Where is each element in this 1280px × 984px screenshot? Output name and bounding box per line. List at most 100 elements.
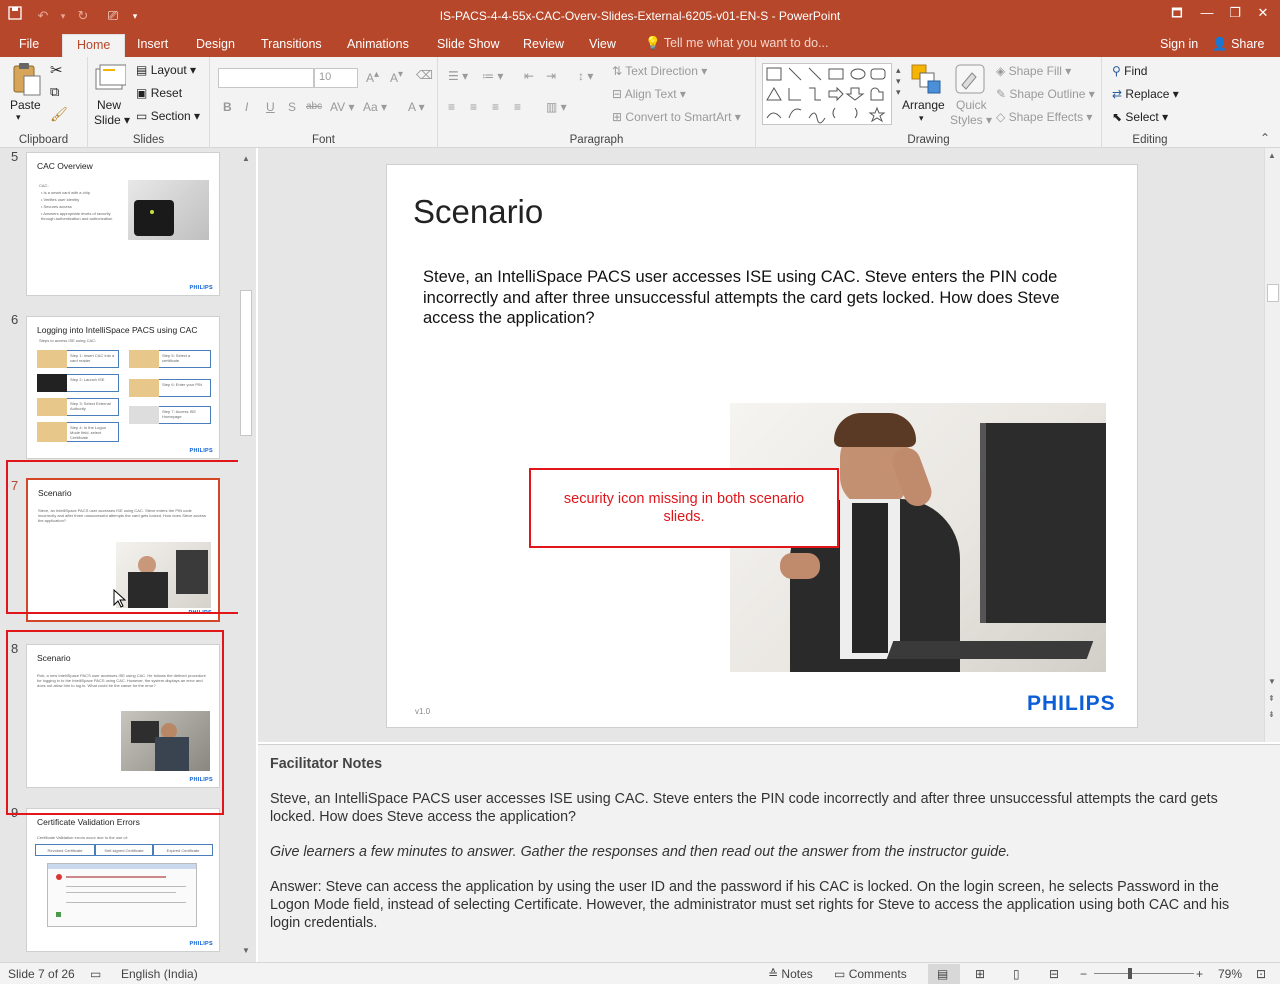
reading-view-icon[interactable]: ▯ <box>1013 967 1020 981</box>
shape-fill-button[interactable]: ◈ Shape Fill ▾ <box>996 64 1071 78</box>
font-size-box[interactable]: 10 <box>314 68 358 88</box>
slide-show-icon[interactable]: ⊟ <box>1049 967 1059 981</box>
section-button[interactable]: ▭ Section ▾ <box>136 109 200 123</box>
text-direction-button[interactable]: ⇅ Text Direction ▾ <box>612 64 707 78</box>
tab-home[interactable]: Home <box>62 34 126 57</box>
new-slide-button-line1[interactable]: New <box>97 98 121 112</box>
tab-view[interactable]: View <box>589 36 616 57</box>
quick-styles-line1[interactable]: Quick <box>956 98 987 112</box>
shape-effects-button[interactable]: ◇ Shape Effects ▾ <box>996 110 1092 124</box>
columns-icon[interactable]: ▥ ▾ <box>546 100 567 114</box>
restore-button[interactable]: ❐ <box>1222 2 1248 24</box>
align-right-icon[interactable]: ≡ <box>492 100 499 114</box>
collapse-ribbon-icon[interactable]: ⌃ <box>1260 131 1270 145</box>
paste-icon[interactable] <box>10 62 42 96</box>
decrease-font-icon[interactable]: A▾ <box>390 69 403 85</box>
replace-button[interactable]: ⇄ Replace ▾ <box>1112 87 1179 101</box>
slide-sorter-icon[interactable]: ⊞ <box>975 967 985 981</box>
strikethrough-icon[interactable]: abc <box>306 101 322 112</box>
editor-scrollbar-thumb[interactable] <box>1267 284 1279 302</box>
font-name-box[interactable] <box>218 68 314 88</box>
tab-transitions[interactable]: Transitions <box>261 36 322 57</box>
shapes-gallery-scroll-icon[interactable]: ▴ ▾ ▾ <box>896 65 901 98</box>
increase-font-icon[interactable]: A▴ <box>366 69 379 85</box>
tab-slideshow[interactable]: Slide Show <box>437 36 500 57</box>
slide-thumbnail-6[interactable]: Logging into IntelliSpace PACS using CAC… <box>26 316 220 459</box>
shapes-gallery[interactable] <box>762 63 892 125</box>
thumbnail-scrollbar[interactable]: ▲ ▼ <box>238 152 254 960</box>
align-left-icon[interactable]: ≡ <box>448 100 455 114</box>
slide-title[interactable]: Scenario <box>413 193 543 231</box>
arrange-dropdown-icon[interactable]: ▾ <box>919 113 924 124</box>
format-painter-icon[interactable]: 🖌 <box>50 106 68 123</box>
slide-thumbnail-9[interactable]: Certificate Validation Errors Certificat… <box>26 808 220 952</box>
shadow-icon[interactable]: S <box>288 100 296 114</box>
notes-pane[interactable]: Facilitator Notes Steve, an IntelliSpace… <box>258 744 1280 962</box>
decrease-indent-icon[interactable]: ⇤ <box>524 69 534 83</box>
align-center-icon[interactable]: ≡ <box>470 100 477 114</box>
underline-icon[interactable]: U <box>266 100 275 114</box>
clear-formatting-icon[interactable]: ⌫ <box>416 68 433 82</box>
slide-thumbnail-5[interactable]: CAC Overview CAC: • Is a smart card with… <box>26 152 220 296</box>
tab-review[interactable]: Review <box>523 36 564 57</box>
zoom-out-button[interactable]: − <box>1080 967 1087 981</box>
tab-animations[interactable]: Animations <box>347 36 409 57</box>
current-slide[interactable]: Scenario Steve, an IntelliSpace PACS use… <box>386 164 1138 728</box>
layout-button[interactable]: ▤ Layout ▾ <box>136 63 196 77</box>
scroll-down-icon[interactable]: ▼ <box>242 946 250 955</box>
find-button[interactable]: ⚲ Find <box>1112 64 1147 78</box>
zoom-level[interactable]: 79% <box>1218 967 1242 981</box>
tell-me-box[interactable]: 💡 Tell me what you want to do... <box>645 36 829 51</box>
next-slide-icon[interactable]: ⇟ <box>1268 710 1275 719</box>
fit-slide-icon[interactable]: ⊡ <box>1256 967 1266 981</box>
bullets-icon[interactable]: ☰ ▾ <box>448 69 468 83</box>
language-indicator[interactable]: English (India) <box>121 967 198 981</box>
quick-styles-icon[interactable] <box>954 63 986 95</box>
new-slide-button-line2[interactable]: Slide ▾ <box>94 113 130 127</box>
scroll-down-icon[interactable]: ▼ <box>1268 677 1276 686</box>
zoom-slider[interactable] <box>1094 968 1194 979</box>
ribbon-display-options-icon[interactable]: 🗖 <box>1164 2 1190 24</box>
zoom-in-button[interactable]: + <box>1196 967 1203 981</box>
shape-outline-button[interactable]: ✎ Shape Outline ▾ <box>996 87 1095 101</box>
editor-scrollbar[interactable]: ▲ ▼ ⇞ ⇟ <box>1264 148 1280 742</box>
change-case-icon[interactable]: Aa ▾ <box>363 100 387 114</box>
align-text-button[interactable]: ⊟ Align Text ▾ <box>612 87 686 101</box>
tab-file[interactable]: File <box>19 36 39 57</box>
line-spacing-icon[interactable]: ↕ ▾ <box>578 69 593 83</box>
notes-toggle[interactable]: ≙ Notes <box>768 967 813 981</box>
minimize-button[interactable]: — <box>1194 2 1220 24</box>
font-color-icon[interactable]: A ▾ <box>408 100 425 114</box>
numbering-icon[interactable]: ≔ ▾ <box>482 69 503 83</box>
share-button[interactable]: 👤 Share <box>1212 36 1264 57</box>
reset-button[interactable]: ▣ Reset <box>136 86 182 100</box>
scroll-up-icon[interactable]: ▲ <box>242 154 250 163</box>
new-slide-icon[interactable] <box>94 61 127 93</box>
italic-icon[interactable]: I <box>245 100 248 114</box>
tab-insert[interactable]: Insert <box>137 36 168 57</box>
paste-button[interactable]: Paste <box>10 98 41 112</box>
convert-smartart-button[interactable]: ⊞ Convert to SmartArt ▾ <box>612 110 741 124</box>
close-button[interactable]: ✕ <box>1250 2 1276 24</box>
quick-styles-line2[interactable]: Styles ▾ <box>950 113 992 127</box>
annotation-callout[interactable]: security icon missing in both scenario s… <box>529 468 839 548</box>
bold-icon[interactable]: B <box>223 100 232 114</box>
arrange-icon[interactable] <box>910 63 942 95</box>
zoom-slider-handle[interactable] <box>1128 968 1132 979</box>
justify-icon[interactable]: ≡ <box>514 100 521 114</box>
comments-toggle[interactable]: ▭ Comments <box>834 967 907 981</box>
arrange-button[interactable]: Arrange <box>902 98 945 112</box>
thumbnail-scrollbar-thumb[interactable] <box>240 290 252 436</box>
increase-indent-icon[interactable]: ⇥ <box>546 69 556 83</box>
tab-design[interactable]: Design <box>196 36 235 57</box>
sign-in-link[interactable]: Sign in <box>1160 36 1198 57</box>
previous-slide-icon[interactable]: ⇞ <box>1268 694 1275 703</box>
cut-icon[interactable]: ✂ <box>50 61 63 79</box>
scroll-up-icon[interactable]: ▲ <box>1268 151 1276 160</box>
spell-check-icon[interactable]: ▭ <box>90 967 101 981</box>
copy-icon[interactable]: ⧉ <box>50 84 59 100</box>
slide-body-text[interactable]: Steve, an IntelliSpace PACS user accesse… <box>423 267 1063 329</box>
character-spacing-icon[interactable]: AV ▾ <box>330 100 354 114</box>
select-button[interactable]: ⬉ Select ▾ <box>1112 110 1168 124</box>
paste-dropdown-icon[interactable]: ▾ <box>16 112 21 123</box>
